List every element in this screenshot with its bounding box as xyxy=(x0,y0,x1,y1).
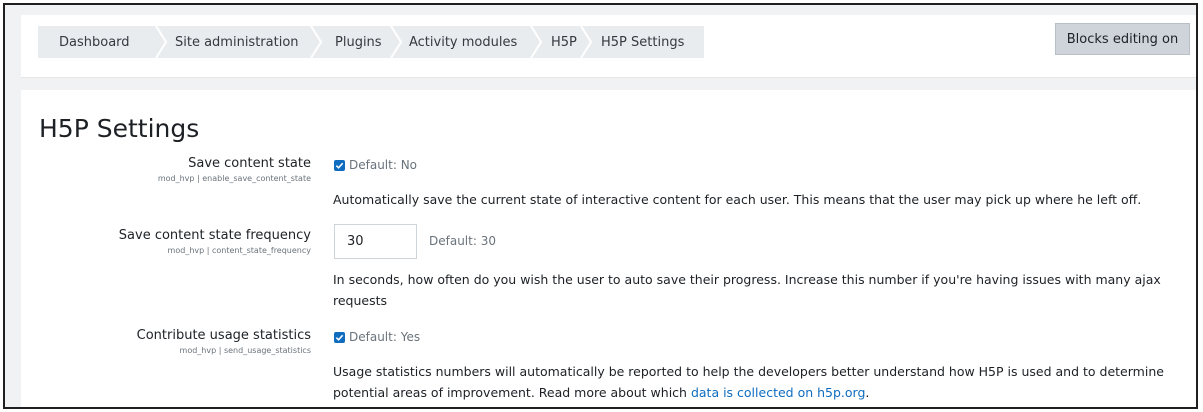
breadcrumb-label[interactable]: H5P xyxy=(551,35,577,50)
breadcrumb-item-dashboard[interactable]: Dashboard xyxy=(38,26,168,58)
breadcrumb-item-h5p[interactable]: H5P xyxy=(539,26,593,58)
setting-key: mod_hvp | send_usage_statistics xyxy=(179,346,311,355)
breadcrumb-label[interactable]: Dashboard xyxy=(59,35,130,50)
breadcrumb-item-activity-modules[interactable]: Activity modules xyxy=(399,26,543,58)
default-text: Default: No xyxy=(349,158,418,172)
browser-frame: Dashboard Site administration Plugins Ac… xyxy=(3,3,1198,409)
breadcrumb-label[interactable]: Site administration xyxy=(175,35,299,50)
default-text: Default: 30 xyxy=(429,234,496,248)
setting-key: mod_hvp | content_state_frequency xyxy=(167,246,311,255)
breadcrumb-label[interactable]: Plugins xyxy=(335,35,382,50)
check-icon xyxy=(335,162,344,169)
settings-panel: H5P Settings Save content state mod_hvp … xyxy=(21,90,1196,407)
page-header: Dashboard Site administration Plugins Ac… xyxy=(21,15,1196,78)
blocks-editing-button[interactable]: Blocks editing on xyxy=(1055,23,1190,55)
breadcrumb-label[interactable]: Activity modules xyxy=(409,35,517,50)
setting-key: mod_hvp | enable_save_content_state xyxy=(157,174,311,183)
setting-label-save-content-state-frequency: Save content state frequency xyxy=(118,228,311,243)
description-trailing: . xyxy=(865,385,870,400)
setting-control-save-content-state: Default: No xyxy=(334,158,417,172)
check-icon xyxy=(335,334,344,341)
page-title: H5P Settings xyxy=(39,114,200,143)
default-text: Default: Yes xyxy=(349,330,421,344)
content-state-frequency-input[interactable] xyxy=(334,224,417,259)
setting-label-save-content-state: Save content state xyxy=(188,156,311,171)
breadcrumb-item-plugins[interactable]: Plugins xyxy=(319,26,403,58)
setting-description-usage-statistics: Usage statistics numbers will automatica… xyxy=(333,361,1173,403)
setting-control-usage-statistics: Default: Yes xyxy=(334,330,420,344)
data-collected-link[interactable]: data is collected on h5p.org xyxy=(691,385,865,400)
breadcrumb: Dashboard Site administration Plugins Ac… xyxy=(38,26,704,58)
breadcrumb-item-h5p-settings: H5P Settings xyxy=(589,26,704,58)
breadcrumb-item-site-administration[interactable]: Site administration xyxy=(164,26,323,58)
setting-description: In seconds, how often do you wish the us… xyxy=(333,272,1161,308)
setting-description: Automatically save the current state of … xyxy=(333,192,1142,207)
setting-label-contribute-usage-statistics: Contribute usage statistics xyxy=(136,328,311,343)
contribute-usage-statistics-checkbox[interactable] xyxy=(334,331,345,343)
breadcrumb-label: H5P Settings xyxy=(601,34,685,50)
save-content-state-checkbox[interactable] xyxy=(334,159,345,171)
